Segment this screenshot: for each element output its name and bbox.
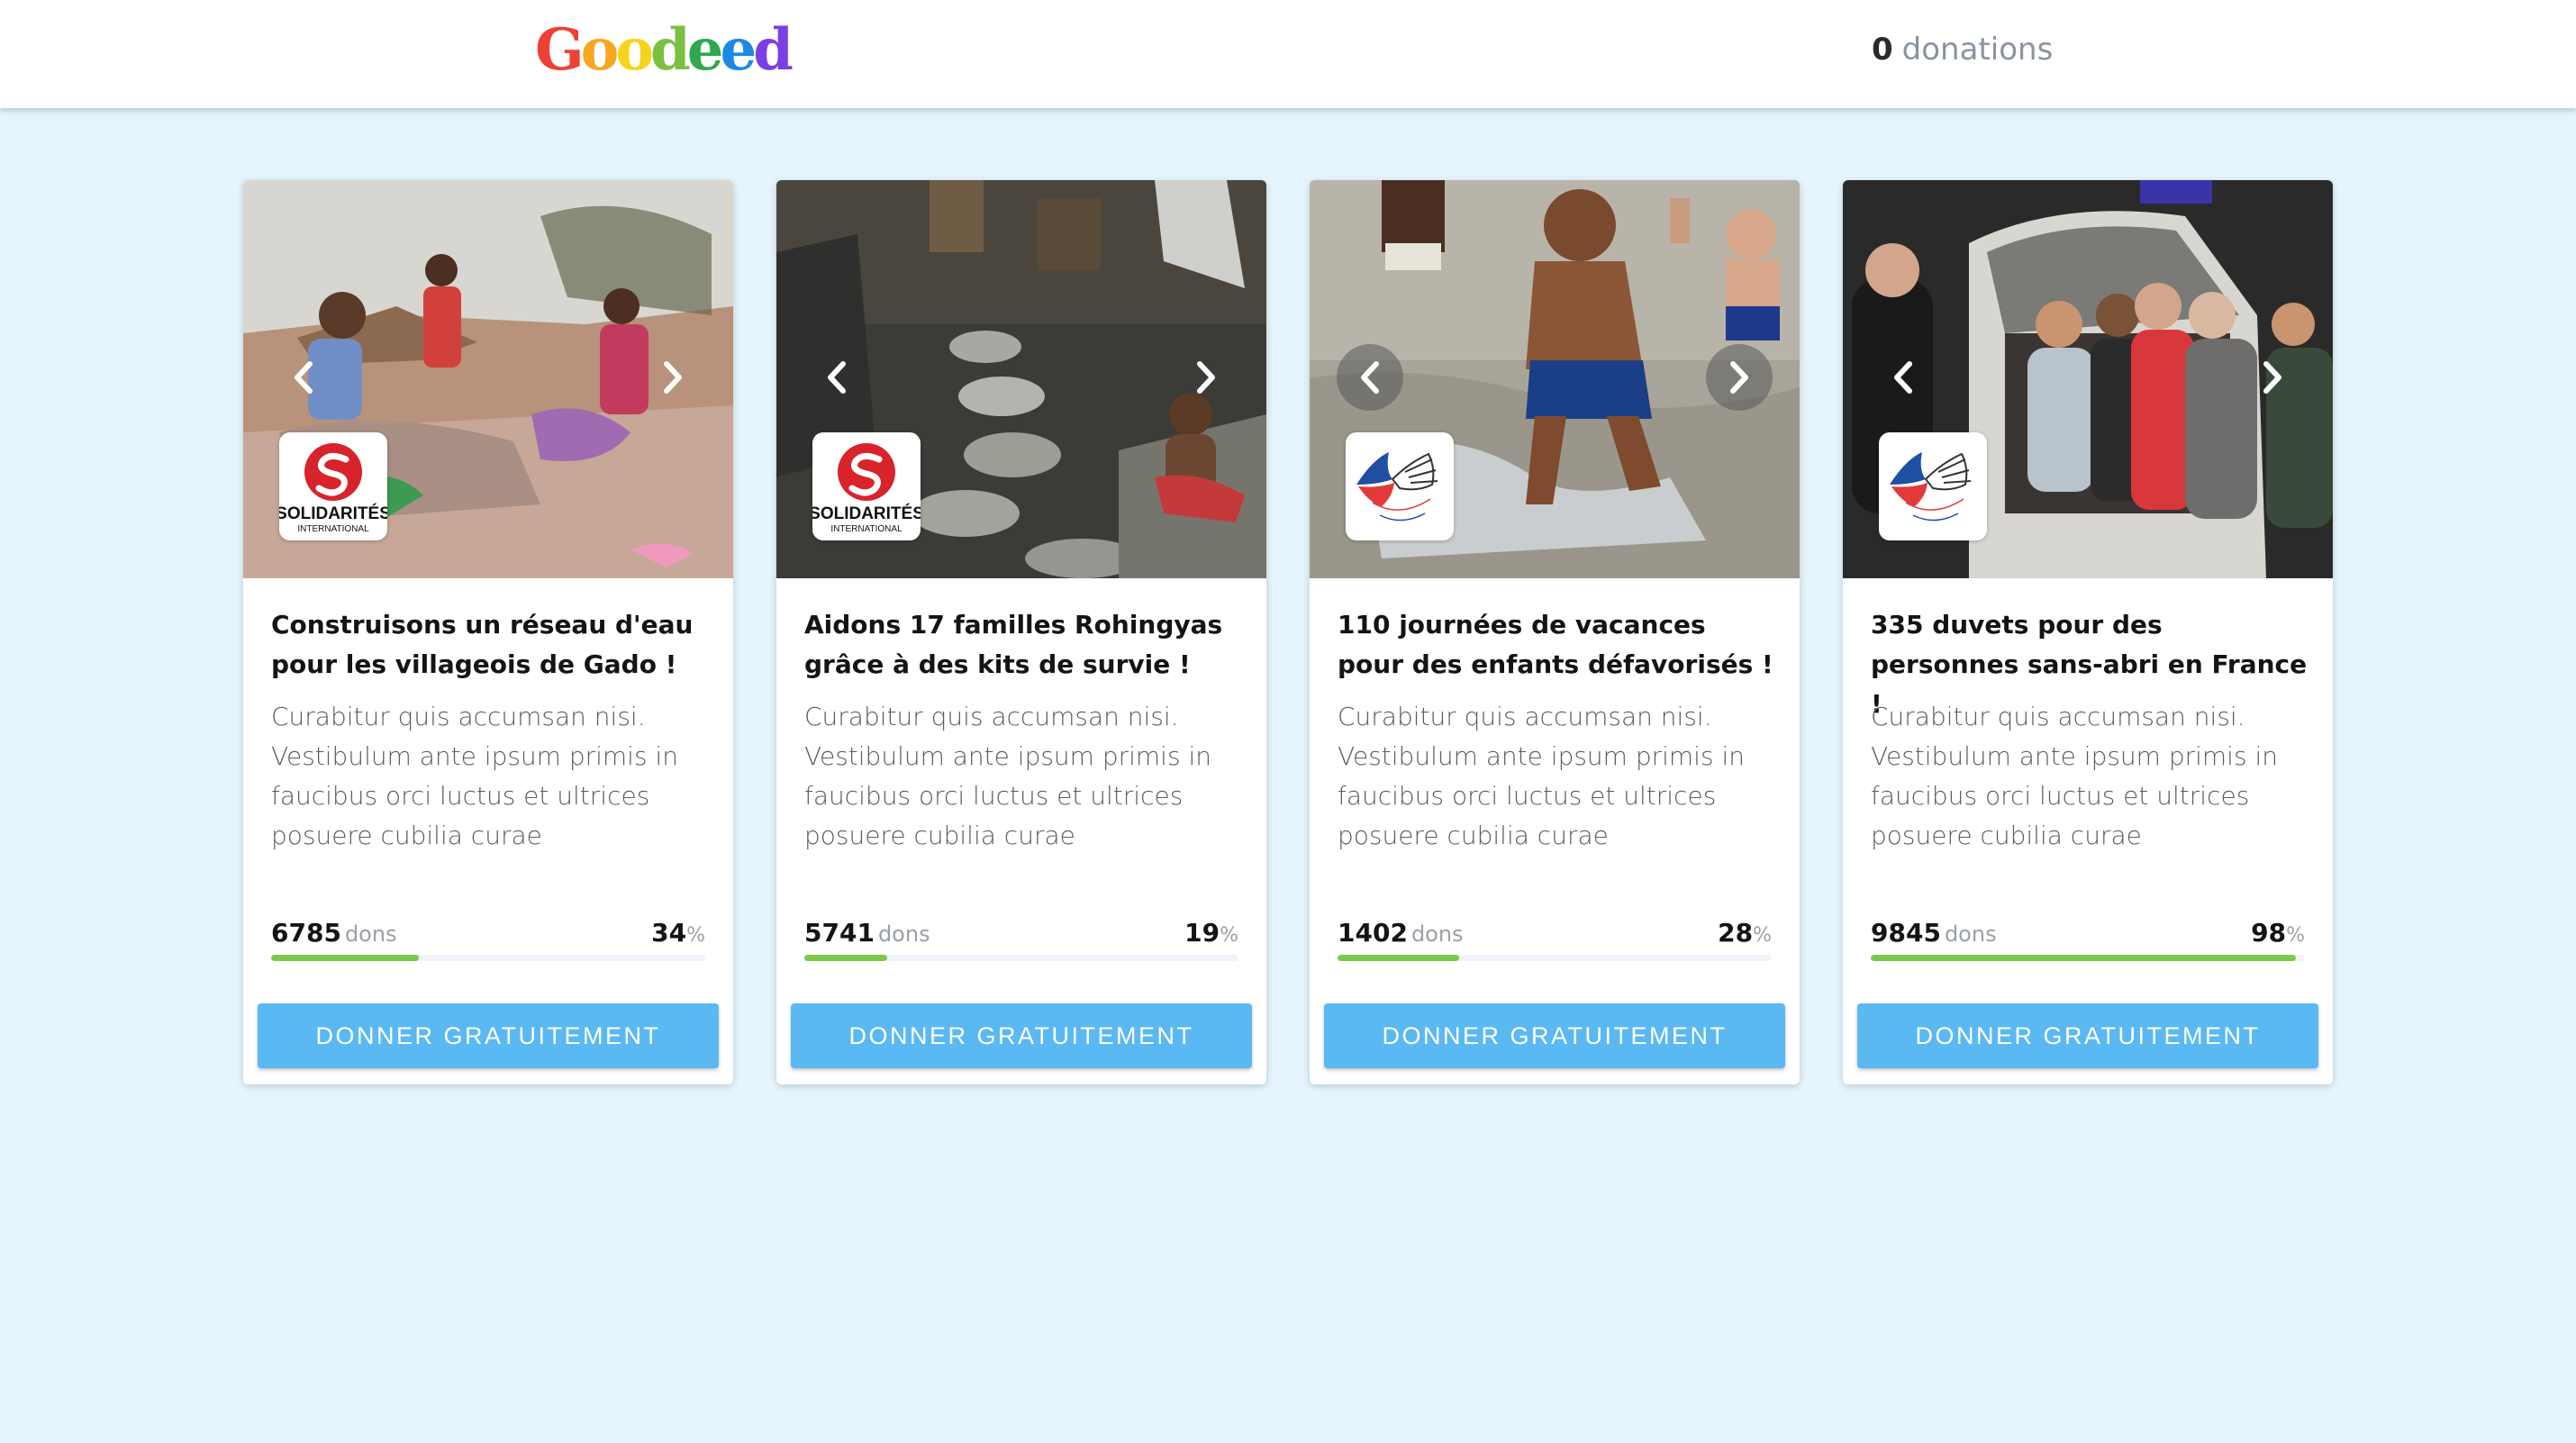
chevron-left-icon xyxy=(828,361,846,394)
count-value: 1402 xyxy=(1338,918,1408,948)
count-value: 5741 xyxy=(804,918,875,948)
chevron-right-icon xyxy=(1730,361,1748,394)
percent-sign: % xyxy=(2286,924,2305,947)
count-label: dons xyxy=(877,921,930,947)
progress-percent: 28% xyxy=(1718,915,1772,954)
carousel-prev-button[interactable] xyxy=(270,344,337,411)
count-label: dons xyxy=(344,921,397,947)
percent-value: 28 xyxy=(1718,918,1754,948)
project-title[interactable]: Aidons 17 familles Rohingyas grâce à des… xyxy=(804,605,1246,685)
secours-populaire-logo xyxy=(1346,432,1454,540)
org-name: SOLIDARITÉS xyxy=(279,504,387,523)
org-name: SOLIDARITÉS xyxy=(812,504,921,523)
chevron-right-icon xyxy=(664,361,682,394)
project-card: SOLIDARITÉS INTERNATIONAL Construisons u… xyxy=(243,180,733,1085)
chevron-right-icon xyxy=(2263,361,2281,394)
carousel-prev-button[interactable] xyxy=(803,344,870,411)
carousel-next-button[interactable] xyxy=(639,344,706,411)
percent-sign: % xyxy=(1753,924,1772,947)
progress-bar xyxy=(1338,955,1772,961)
carousel-next-button[interactable] xyxy=(1173,344,1239,411)
village-children-photo: SOLIDARITÉS INTERNATIONAL xyxy=(243,180,733,578)
donation-counter: 0 donations xyxy=(1872,31,2053,68)
percent-value: 98 xyxy=(2251,918,2287,948)
donations-label: donations xyxy=(1901,32,2054,68)
night-van-photo xyxy=(1843,180,2333,578)
beach-kids-photo xyxy=(1310,180,1800,578)
count-value: 9845 xyxy=(1871,918,1941,948)
donate-button[interactable]: DONNER GRATUITEMENT xyxy=(258,1003,719,1068)
donation-count: 9845 dons xyxy=(1871,915,1997,952)
progress-fill xyxy=(1338,955,1459,961)
percent-value: 19 xyxy=(1184,918,1220,948)
count-value: 6785 xyxy=(271,918,341,948)
top-navbar: Goodeed 0 donations xyxy=(0,0,2576,108)
percent-sign: % xyxy=(686,924,705,947)
secours-populaire-logo xyxy=(1879,432,1987,540)
camp-path-photo: SOLIDARITÉS INTERNATIONAL xyxy=(776,180,1266,578)
project-description: Curabitur quis accumsan nisi. Vestibulum… xyxy=(1871,702,2278,850)
project-title[interactable]: 110 journées de vacances pour des enfant… xyxy=(1338,605,1779,685)
progress-bar xyxy=(1871,955,2305,961)
donations-count: 0 xyxy=(1872,32,1893,68)
project-title[interactable]: Construisons un réseau d'eau pour les vi… xyxy=(271,605,712,685)
donation-count: 5741 dons xyxy=(804,915,930,952)
progress-percent: 34% xyxy=(651,915,705,954)
project-description: Curabitur quis accumsan nisi. Vestibulum… xyxy=(271,702,678,850)
progress-fill xyxy=(804,955,887,961)
progress-bar xyxy=(804,955,1238,961)
donate-button[interactable]: DONNER GRATUITEMENT xyxy=(1857,1003,2318,1068)
project-card: 335 duvets pour des personnes sans-abri … xyxy=(1843,180,2333,1085)
project-description: Curabitur quis accumsan nisi. Vestibulum… xyxy=(1338,702,1745,850)
progress-fill xyxy=(1871,955,2297,961)
project-description: Curabitur quis accumsan nisi. Vestibulum… xyxy=(804,702,1211,850)
project-card: SOLIDARITÉS INTERNATIONAL Aidons 17 fami… xyxy=(776,180,1266,1085)
percent-sign: % xyxy=(1220,924,1238,947)
progress-percent: 98% xyxy=(2251,915,2305,954)
solidarites-international-logo: SOLIDARITÉS INTERNATIONAL xyxy=(279,432,387,540)
carousel-next-button[interactable] xyxy=(2239,344,2306,411)
percent-value: 34 xyxy=(651,918,687,948)
chevron-left-icon xyxy=(1361,361,1379,394)
goodeed-logo[interactable]: Goodeed xyxy=(535,18,794,83)
org-sub: INTERNATIONAL xyxy=(830,524,903,534)
count-label: dons xyxy=(1944,921,1997,947)
carousel-next-button[interactable] xyxy=(1706,344,1773,411)
donate-button[interactable]: DONNER GRATUITEMENT xyxy=(791,1003,1252,1068)
progress-percent: 19% xyxy=(1184,915,1238,954)
project-cards: SOLIDARITÉS INTERNATIONAL Construisons u… xyxy=(243,180,2335,1085)
donation-count: 6785 dons xyxy=(271,915,397,952)
solidarites-international-logo: SOLIDARITÉS INTERNATIONAL xyxy=(812,432,921,540)
carousel-prev-button[interactable] xyxy=(1870,344,1937,411)
progress-fill xyxy=(271,955,419,961)
donate-button[interactable]: DONNER GRATUITEMENT xyxy=(1324,1003,1785,1068)
chevron-left-icon xyxy=(295,361,313,394)
carousel-prev-button[interactable] xyxy=(1337,344,1403,411)
project-card: 110 journées de vacances pour des enfant… xyxy=(1310,180,1800,1085)
count-label: dons xyxy=(1410,921,1464,947)
chevron-right-icon xyxy=(1197,361,1215,394)
chevron-left-icon xyxy=(1894,361,1912,394)
progress-bar xyxy=(271,955,705,961)
donation-count: 1402 dons xyxy=(1338,915,1464,952)
org-sub: INTERNATIONAL xyxy=(297,524,369,534)
